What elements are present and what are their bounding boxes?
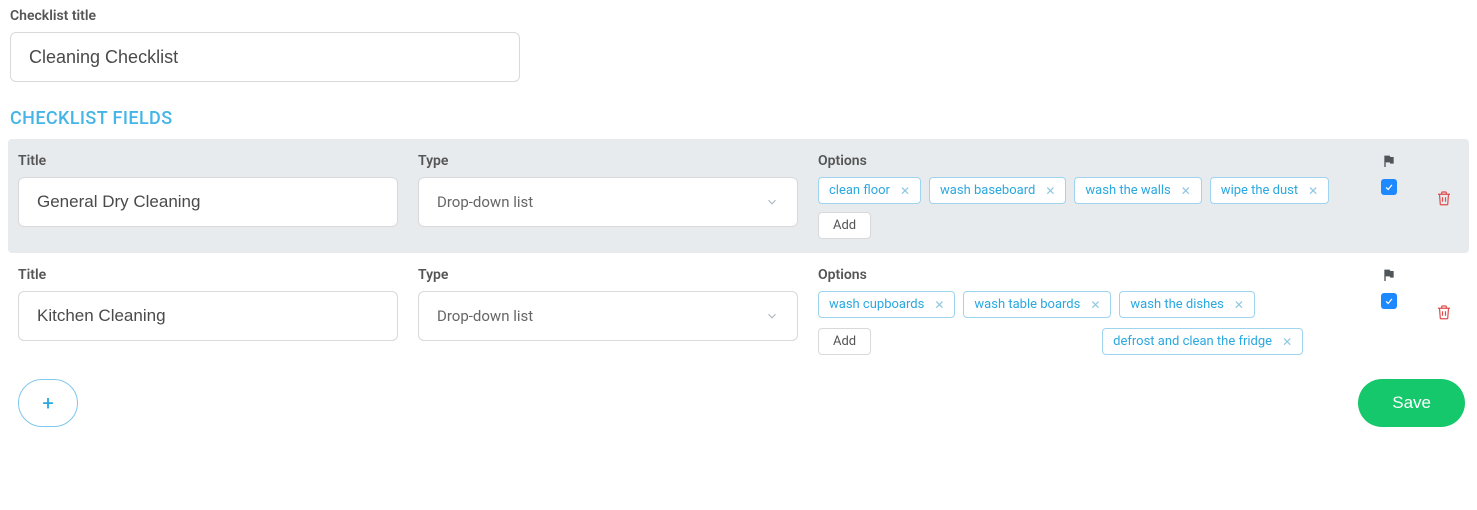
field-title-input[interactable]: [18, 291, 398, 341]
chevron-down-icon: [765, 309, 779, 323]
remove-option-icon[interactable]: ✕: [1090, 299, 1100, 311]
option-chip[interactable]: wipe the dust ✕: [1210, 177, 1329, 204]
option-chip[interactable]: wash cupboards ✕: [818, 291, 955, 318]
field-type-value: Drop-down list: [437, 307, 533, 325]
required-checkbox[interactable]: [1381, 293, 1397, 309]
checklist-title-input[interactable]: [10, 32, 520, 82]
add-option-button[interactable]: Add: [818, 328, 871, 355]
field-type-value: Drop-down list: [437, 193, 533, 211]
field-type-select[interactable]: Drop-down list: [418, 177, 798, 227]
remove-option-icon[interactable]: ✕: [1308, 185, 1318, 197]
option-chip-label: wash cupboards: [829, 297, 924, 312]
remove-option-icon[interactable]: ✕: [900, 185, 910, 197]
remove-option-icon[interactable]: ✕: [1282, 336, 1292, 348]
field-type-select[interactable]: Drop-down list: [418, 291, 798, 341]
option-chip[interactable]: clean floor ✕: [818, 177, 921, 204]
remove-option-icon[interactable]: ✕: [934, 299, 944, 311]
add-option-button[interactable]: Add: [818, 212, 871, 239]
option-chip-label: clean floor: [829, 183, 890, 198]
add-field-button[interactable]: +: [18, 379, 78, 427]
option-chip-label: wash table boards: [974, 297, 1080, 312]
field-row: Title Type Drop-down list Options wash cupbo…: [8, 253, 1469, 369]
field-title-input[interactable]: [18, 177, 398, 227]
required-checkbox[interactable]: [1381, 179, 1397, 195]
remove-option-icon[interactable]: ✕: [1045, 185, 1055, 197]
delete-field-button[interactable]: [1435, 303, 1453, 321]
option-chip-label: wash baseboard: [940, 183, 1035, 198]
option-chip-label: wash the walls: [1085, 183, 1170, 198]
field-row: Title Type Drop-down list Options clean floo…: [8, 139, 1469, 253]
remove-option-icon[interactable]: ✕: [1181, 185, 1191, 197]
save-button[interactable]: Save: [1358, 379, 1465, 427]
flag-icon[interactable]: [1381, 267, 1397, 283]
field-type-label: Type: [418, 153, 798, 169]
plus-icon: +: [42, 391, 53, 415]
option-chip-label: wipe the dust: [1221, 183, 1298, 198]
field-title-label: Title: [18, 153, 398, 169]
checklist-title-label: Checklist title: [10, 8, 1469, 24]
delete-field-button[interactable]: [1435, 189, 1453, 207]
option-chip[interactable]: defrost and clean the fridge ✕: [1102, 328, 1303, 355]
flag-icon[interactable]: [1381, 153, 1397, 169]
chevron-down-icon: [765, 195, 779, 209]
option-chip[interactable]: wash table boards ✕: [963, 291, 1111, 318]
option-chip[interactable]: wash baseboard ✕: [929, 177, 1066, 204]
option-chip[interactable]: wash the walls ✕: [1074, 177, 1201, 204]
field-options-label: Options: [818, 267, 1349, 283]
option-chip-label: defrost and clean the fridge: [1113, 334, 1272, 349]
checklist-fields-heading: CHECKLIST FIELDS: [8, 94, 1469, 139]
field-title-label: Title: [18, 267, 398, 283]
remove-option-icon[interactable]: ✕: [1234, 299, 1244, 311]
field-type-label: Type: [418, 267, 798, 283]
option-chip[interactable]: wash the dishes ✕: [1119, 291, 1255, 318]
option-chip-label: wash the dishes: [1130, 297, 1223, 312]
field-options-label: Options: [818, 153, 1349, 169]
